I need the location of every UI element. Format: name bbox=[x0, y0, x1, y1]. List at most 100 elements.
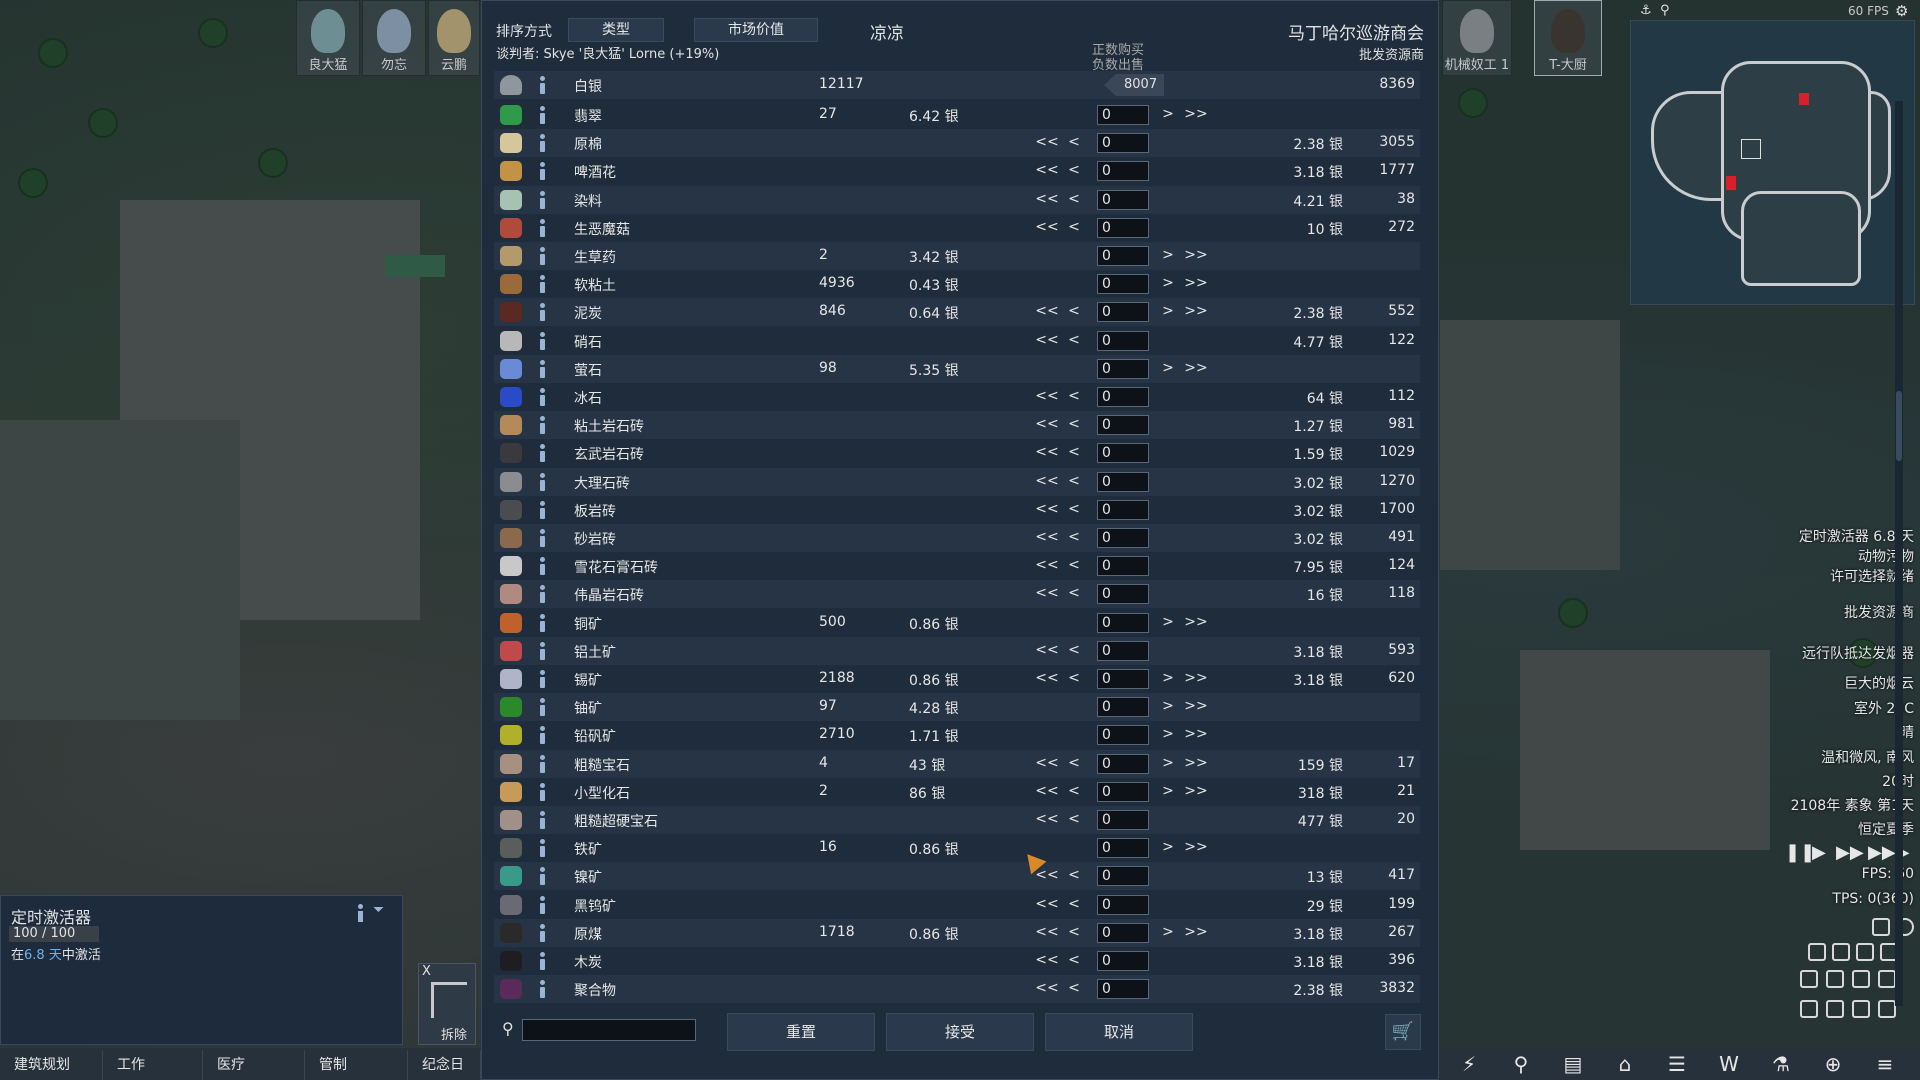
quantity-input[interactable] bbox=[1097, 387, 1149, 407]
sell-one-button[interactable]: < bbox=[1062, 951, 1086, 971]
info-icon[interactable] bbox=[537, 134, 547, 153]
info-icon[interactable] bbox=[537, 444, 547, 463]
sell-one-button[interactable]: < bbox=[1062, 810, 1086, 830]
sell-one-button[interactable]: < bbox=[1062, 669, 1086, 689]
quantity-input[interactable] bbox=[1097, 105, 1149, 125]
info-icon[interactable] bbox=[537, 895, 547, 914]
info-icon[interactable] bbox=[537, 106, 547, 124]
quantity-input[interactable] bbox=[1097, 133, 1149, 154]
quantity-input[interactable] bbox=[1097, 979, 1149, 1000]
history-icon[interactable]: ⊕ bbox=[1820, 1052, 1846, 1076]
sell-all-button[interactable]: << bbox=[1035, 923, 1059, 943]
toggle-icon[interactable] bbox=[1826, 1000, 1844, 1018]
sell-all-button[interactable]: << bbox=[1035, 190, 1059, 210]
quantity-input[interactable] bbox=[1097, 246, 1149, 266]
quantity-input[interactable] bbox=[1097, 697, 1149, 718]
info-icon[interactable] bbox=[537, 980, 547, 999]
sell-one-button[interactable]: < bbox=[1062, 782, 1086, 802]
buy-one-button[interactable]: > bbox=[1156, 246, 1180, 266]
toggle-icon[interactable] bbox=[1800, 1000, 1818, 1018]
buy-one-button[interactable]: > bbox=[1156, 838, 1180, 858]
sell-one-button[interactable]: < bbox=[1062, 190, 1086, 210]
info-icon[interactable] bbox=[537, 782, 547, 801]
info-icon[interactable] bbox=[537, 416, 547, 435]
sell-all-button[interactable]: << bbox=[1035, 754, 1059, 774]
sell-one-button[interactable]: < bbox=[1062, 415, 1086, 435]
quantity-input[interactable] bbox=[1097, 161, 1149, 182]
scrollbar-thumb[interactable] bbox=[1896, 391, 1902, 461]
trader-portrait[interactable]: 机械奴工 1 bbox=[1442, 0, 1512, 76]
ideology-icon[interactable]: ☰ bbox=[1664, 1052, 1690, 1076]
buy-all-button[interactable]: >> bbox=[1184, 697, 1208, 717]
sell-all-button[interactable]: << bbox=[1035, 133, 1059, 153]
quantity-input[interactable] bbox=[1097, 499, 1149, 520]
quantity-input[interactable] bbox=[1097, 358, 1149, 379]
tree[interactable] bbox=[90, 110, 116, 136]
info-icon[interactable] bbox=[537, 867, 547, 886]
quantity-input[interactable] bbox=[1097, 274, 1149, 295]
sell-one-button[interactable]: < bbox=[1062, 133, 1086, 153]
sell-all-button[interactable]: << bbox=[1035, 556, 1059, 576]
quantity-input[interactable] bbox=[1097, 838, 1149, 859]
sell-all-button[interactable]: << bbox=[1035, 951, 1059, 971]
quantity-input[interactable] bbox=[1097, 217, 1149, 238]
info-icon[interactable] bbox=[537, 472, 547, 491]
sell-one-button[interactable]: < bbox=[1062, 443, 1086, 463]
quantity-input[interactable] bbox=[1097, 415, 1149, 436]
search-icon[interactable]: ⚲ bbox=[1660, 3, 1670, 18]
buy-one-button[interactable]: > bbox=[1156, 669, 1180, 689]
buy-all-button[interactable]: >> bbox=[1184, 669, 1208, 689]
bench[interactable] bbox=[385, 255, 445, 277]
info-icon[interactable] bbox=[537, 557, 547, 576]
quantity-input[interactable] bbox=[1097, 725, 1149, 746]
info-icon[interactable] bbox=[537, 247, 547, 265]
info-icon[interactable] bbox=[537, 331, 547, 350]
tab-policy[interactable]: 管制 bbox=[305, 1050, 408, 1080]
info-icon[interactable] bbox=[537, 698, 547, 717]
sell-all-button[interactable]: << bbox=[1035, 669, 1059, 689]
sell-all-button[interactable]: << bbox=[1035, 528, 1059, 548]
info-icon[interactable] bbox=[537, 529, 547, 547]
buy-one-button[interactable]: > bbox=[1156, 302, 1180, 322]
quantity-input[interactable] bbox=[1097, 189, 1149, 210]
quantity-input[interactable] bbox=[1097, 471, 1149, 492]
quantity-input[interactable] bbox=[1097, 443, 1149, 464]
scrollbar[interactable] bbox=[1895, 101, 1903, 1006]
settings-icon[interactable]: ⚙ bbox=[1895, 2, 1908, 20]
sell-all-button[interactable]: << bbox=[1035, 979, 1059, 999]
buy-all-button[interactable]: >> bbox=[1184, 754, 1208, 774]
buy-one-button[interactable]: > bbox=[1156, 274, 1180, 294]
quantity-input[interactable] bbox=[1097, 640, 1149, 661]
buy-one-button[interactable]: > bbox=[1156, 359, 1180, 379]
sell-one-button[interactable]: < bbox=[1062, 472, 1086, 492]
speed-normal-icon[interactable]: ▶ bbox=[1812, 842, 1826, 863]
sell-all-button[interactable]: << bbox=[1035, 866, 1059, 886]
info-icon[interactable] bbox=[537, 388, 547, 406]
cancel-button[interactable]: 取消 bbox=[1045, 1013, 1193, 1051]
sell-all-button[interactable]: << bbox=[1035, 387, 1059, 407]
buy-all-button[interactable]: >> bbox=[1184, 923, 1208, 943]
info-icon[interactable] bbox=[537, 190, 547, 209]
info-icon[interactable] bbox=[537, 585, 547, 604]
trader-portrait[interactable]: T-大厨 bbox=[1534, 0, 1602, 76]
factions-icon[interactable]: ⌂ bbox=[1612, 1052, 1638, 1076]
sell-all-button[interactable]: << bbox=[1035, 641, 1059, 661]
sell-all-button[interactable]: << bbox=[1035, 415, 1059, 435]
buy-one-button[interactable]: > bbox=[1156, 923, 1180, 943]
info-icon[interactable] bbox=[537, 952, 547, 970]
buy-all-button[interactable]: >> bbox=[1184, 246, 1208, 266]
quantity-input[interactable] bbox=[1097, 894, 1149, 915]
sell-all-button[interactable]: << bbox=[1035, 500, 1059, 520]
sell-one-button[interactable]: < bbox=[1062, 584, 1086, 604]
sell-all-button[interactable]: << bbox=[1035, 161, 1059, 181]
toggle-icon[interactable] bbox=[1826, 970, 1844, 988]
alert-trader[interactable]: 批发资源商 bbox=[1844, 602, 1914, 622]
sell-one-button[interactable]: < bbox=[1062, 218, 1086, 238]
toggle-icon[interactable] bbox=[1852, 1000, 1870, 1018]
info-icon[interactable] bbox=[537, 923, 547, 942]
sort-type-button[interactable]: 类型 bbox=[568, 18, 664, 42]
buy-one-button[interactable]: > bbox=[1156, 725, 1180, 745]
toggle-icon[interactable] bbox=[1800, 970, 1818, 988]
tree[interactable] bbox=[1460, 90, 1486, 116]
close-icon[interactable]: X bbox=[422, 964, 431, 979]
